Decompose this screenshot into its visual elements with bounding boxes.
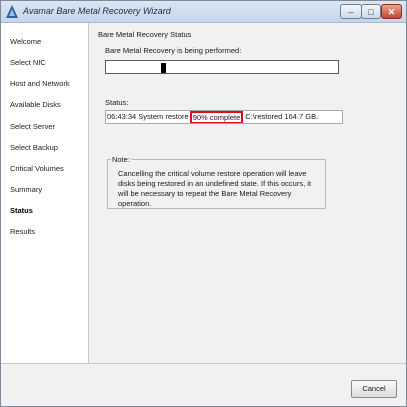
note-text: Cancelling the critical volume restore o… (118, 169, 312, 208)
note-legend: Note: (111, 155, 131, 164)
title-bar[interactable]: Avamar Bare Metal Recovery Wizard – □ ✕ (1, 1, 406, 23)
step-select-nic: Select NIC (10, 58, 46, 67)
status-time-text: 06:43:34 System restore (107, 112, 189, 121)
recovery-progress-bar (105, 60, 339, 74)
status-percent-highlight: 90% complete (189, 111, 244, 123)
cancel-button[interactable]: Cancel (351, 380, 397, 398)
step-welcome: Welcome (10, 37, 42, 46)
status-restored-text: C:\restored 164.7 GB. (245, 112, 319, 121)
note-box: Note: Cancelling the critical volume res… (107, 155, 326, 209)
step-critical-volumes: Critical Volumes (10, 164, 64, 173)
step-select-server: Select Server (10, 122, 56, 131)
section-title: Bare Metal Recovery Status (98, 30, 192, 39)
progress-indicator (161, 63, 166, 73)
status-panel: Bare Metal Recovery Status Bare Metal Re… (90, 23, 406, 363)
step-results: Results (10, 227, 36, 236)
step-host-and-network: Host and Network (10, 79, 70, 88)
maximize-icon: □ (368, 7, 374, 17)
minimize-icon: – (348, 7, 354, 17)
avamar-logo-icon (6, 5, 18, 18)
wizard-window: Avamar Bare Metal Recovery Wizard – □ ✕ … (0, 0, 407, 407)
footer-bar: Cancel (1, 363, 406, 406)
close-icon: ✕ (387, 7, 396, 17)
status-field: 06:43:34 System restore 90% complete C:\re… (105, 110, 343, 124)
step-select-backup: Select Backup (10, 143, 58, 152)
maximize-button[interactable]: □ (361, 4, 381, 19)
step-summary: Summary (10, 185, 43, 194)
progress-label: Bare Metal Recovery is being performed: (105, 46, 242, 55)
wizard-steps-sidebar: Welcome Select NIC Host and Network Avai… (1, 23, 89, 363)
status-label: Status: (105, 98, 129, 107)
window-title: Avamar Bare Metal Recovery Wizard (23, 6, 171, 16)
minimize-button[interactable]: – (340, 4, 362, 19)
close-button[interactable]: ✕ (381, 4, 402, 19)
step-status: Status (10, 206, 33, 215)
step-available-disks: Available Disks (10, 100, 61, 109)
